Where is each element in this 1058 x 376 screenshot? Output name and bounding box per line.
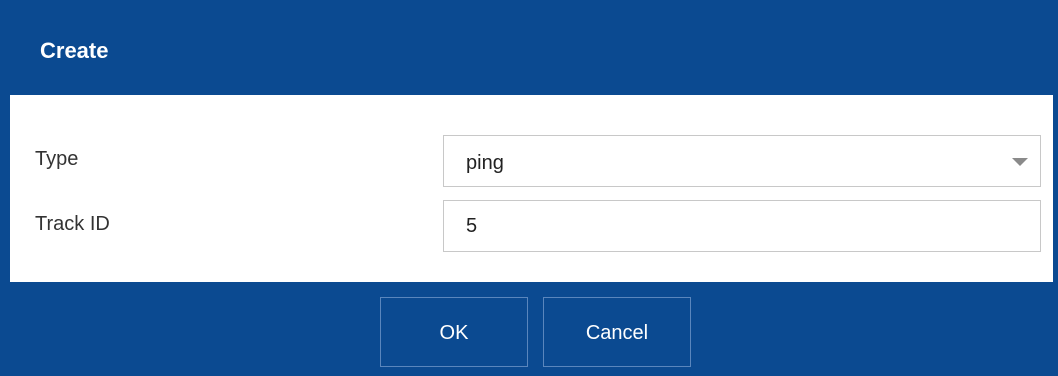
type-label: Type (35, 148, 79, 170)
type-select[interactable]: ping (443, 135, 1041, 187)
type-select-value: ping (466, 152, 504, 174)
dialog-footer: OK Cancel (10, 282, 1053, 375)
track-id-label: Track ID (35, 213, 110, 235)
dialog-title: Create (40, 38, 109, 63)
cancel-button[interactable]: Cancel (543, 297, 691, 367)
ok-button[interactable]: OK (380, 297, 528, 367)
track-id-input[interactable] (443, 200, 1041, 252)
dialog-header: Create (10, 11, 1053, 95)
create-dialog: Create Type ping Track ID OK Cancel (0, 0, 1058, 376)
dialog-body: Type ping Track ID (10, 95, 1053, 282)
chevron-down-icon[interactable] (1012, 158, 1028, 166)
